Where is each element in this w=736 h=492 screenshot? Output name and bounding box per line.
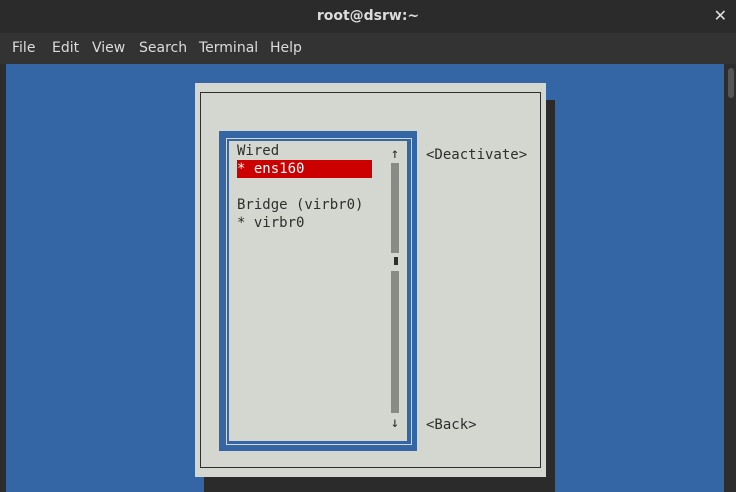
list-item-virbr0[interactable]: * virbr0 (237, 214, 304, 232)
menu-view[interactable]: View (92, 40, 125, 56)
scroll-up-icon[interactable]: ↑ (390, 145, 400, 163)
terminal-scrollbar-thumb[interactable] (728, 68, 734, 98)
close-icon[interactable]: ✕ (714, 6, 727, 25)
dialog-shadow (204, 477, 555, 492)
menu-edit[interactable]: Edit (52, 40, 79, 56)
dialog-shadow (546, 100, 555, 492)
list-item-bridge-header[interactable]: Bridge (virbr0) (237, 196, 363, 214)
terminal-scrollbar[interactable] (724, 64, 736, 492)
connection-list-content[interactable]: Wired * ens160 Bridge (virbr0) * virbr0 … (229, 141, 407, 441)
deactivate-button[interactable]: <Deactivate> (426, 146, 527, 164)
menu-help[interactable]: Help (270, 40, 302, 56)
list-item-ens160[interactable]: * ens160 (237, 160, 372, 178)
scrollbar-track[interactable] (391, 163, 399, 253)
scrollbar-track[interactable] (391, 271, 399, 413)
connection-list[interactable]: Wired * ens160 Bridge (virbr0) * virbr0 … (219, 131, 417, 451)
dialog-frame: Wired * ens160 Bridge (virbr0) * virbr0 … (200, 92, 541, 468)
scrollbar-thumb[interactable] (394, 257, 398, 265)
menu-search[interactable]: Search (139, 40, 187, 56)
nmtui-dialog: Wired * ens160 Bridge (virbr0) * virbr0 … (195, 83, 546, 477)
back-button[interactable]: <Back> (426, 416, 477, 434)
menu-file[interactable]: File (12, 40, 35, 56)
window-titlebar[interactable]: root@dsrw:~ ✕ (0, 0, 736, 33)
window-title: root@dsrw:~ (316, 8, 420, 24)
list-item-wired-header[interactable]: Wired (237, 142, 279, 160)
menu-terminal[interactable]: Terminal (199, 40, 258, 56)
scroll-down-icon[interactable]: ↓ (390, 414, 400, 432)
menubar: File Edit View Search Terminal Help (0, 33, 736, 64)
